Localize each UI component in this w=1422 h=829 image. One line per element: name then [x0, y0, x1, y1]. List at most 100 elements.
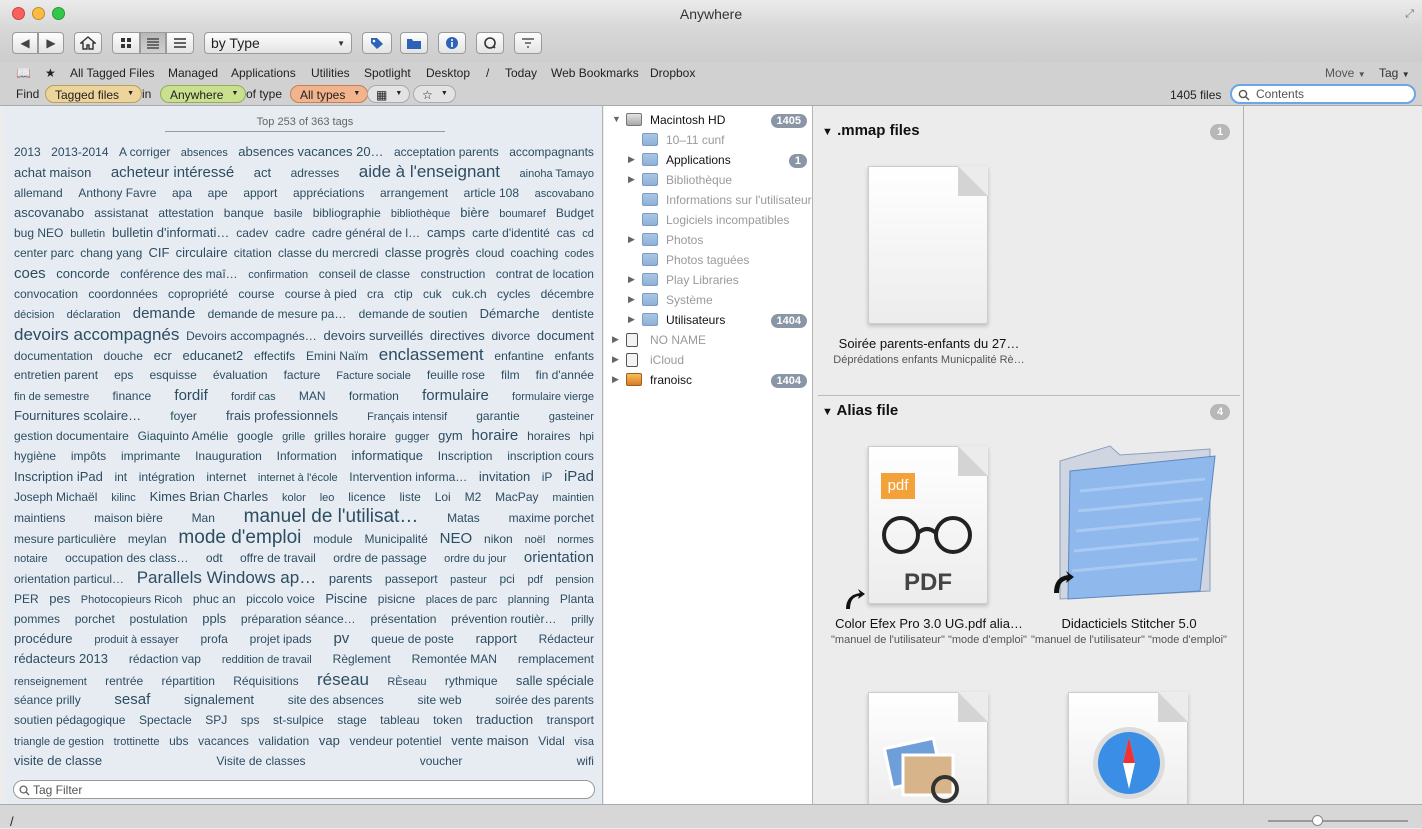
tag-item[interactable]: MAN [299, 386, 326, 406]
tag-item[interactable]: salle spéciale [516, 671, 594, 691]
sort-select[interactable]: by Type ▼ [204, 32, 352, 54]
tag-item[interactable]: orientation [524, 548, 594, 568]
tag-button[interactable] [362, 32, 392, 54]
tag-item[interactable]: enclassement [379, 345, 484, 365]
tag-item[interactable]: traduction [476, 710, 533, 730]
quicklook-button[interactable] [476, 32, 504, 54]
fav-desktop[interactable]: Desktop [426, 66, 470, 80]
tag-item[interactable]: boumaref [499, 204, 545, 224]
tag-item[interactable]: feuille rose [427, 365, 485, 385]
tag-item[interactable]: ubs [169, 731, 188, 751]
type-popup[interactable]: All types ▼ [290, 85, 369, 103]
tag-item[interactable]: Inscription iPad [14, 467, 103, 487]
tag-item[interactable]: signalement [184, 690, 254, 710]
tag-item[interactable]: voucher [420, 751, 463, 771]
tree-row[interactable]: ▶ Utilisateurs 1404 [604, 310, 813, 330]
tag-item[interactable]: préparation séance… [241, 609, 356, 629]
tree-row[interactable]: ▼ Macintosh HD 1405 [604, 110, 813, 130]
tag-item[interactable]: gasteiner [549, 407, 594, 427]
tag-item[interactable]: convocation [14, 284, 78, 304]
tag-item[interactable]: MacPay [495, 487, 538, 507]
tag-item[interactable]: Municipalité [364, 529, 427, 549]
tag-item[interactable]: RÈseau [387, 672, 426, 692]
tag-item[interactable]: enfants [555, 346, 594, 366]
home-button[interactable] [74, 32, 102, 54]
folder-icon[interactable] [1050, 441, 1220, 601]
tag-item[interactable]: Spectacle [139, 710, 192, 730]
tag-item[interactable]: bulletin [70, 224, 105, 244]
icon-view-button[interactable] [112, 32, 140, 54]
tag-item[interactable]: grilles horaire [314, 426, 386, 446]
tag-item[interactable]: Remontée MAN [412, 649, 497, 669]
folder-button[interactable] [400, 32, 428, 54]
tag-item[interactable]: esquisse [149, 365, 196, 385]
tag-item[interactable]: intégration [139, 467, 195, 487]
tag-item[interactable]: répartition [162, 671, 215, 691]
tag-item[interactable]: hygiène [14, 446, 56, 466]
tag-item[interactable]: ctip [394, 284, 413, 304]
tag-item[interactable]: conférence des maî… [120, 264, 237, 284]
tag-item[interactable]: pci [499, 569, 514, 589]
tag-item[interactable]: ppls [202, 609, 226, 629]
tag-item[interactable]: article 108 [464, 183, 519, 203]
tag-item[interactable]: pension [555, 570, 594, 590]
tag-item[interactable]: garantie [476, 406, 519, 426]
tag-item[interactable]: ordre du jour [444, 549, 506, 569]
tree-row[interactable]: ▶ Play Libraries [604, 270, 813, 290]
tag-item[interactable]: NEO [440, 529, 473, 549]
tag-item[interactable]: Anthony Favre [78, 183, 156, 203]
tag-item[interactable]: manuel de l'utilisat… [244, 507, 419, 528]
tag-item[interactable]: remplacement [518, 649, 594, 669]
disclosure-right-icon[interactable]: ▶ [628, 234, 635, 245]
tag-item[interactable]: cloud [476, 243, 505, 263]
tag-item[interactable]: dentiste [552, 304, 594, 324]
list-view-button[interactable] [166, 32, 194, 54]
tag-item[interactable]: soirée des parents [495, 690, 594, 710]
tag-item[interactable]: formulaire vierge [512, 387, 594, 407]
tag-item[interactable]: piccolo voice [246, 589, 315, 609]
tag-item[interactable]: mode d'emploi [178, 527, 301, 548]
tag-item[interactable]: ape [208, 183, 228, 203]
tag-item[interactable]: token [433, 710, 462, 730]
tag-item[interactable]: coaching [510, 243, 558, 263]
tag-item[interactable]: Kimes Brian Charles [150, 487, 269, 507]
tag-item[interactable]: effectifs [254, 346, 295, 366]
tag-item[interactable]: prévention routièr… [451, 609, 556, 629]
back-button[interactable]: ◀ [12, 32, 38, 54]
tree-row[interactable]: 10–11 cunf [604, 130, 813, 150]
tag-item[interactable]: cd [582, 224, 594, 244]
tag-item[interactable]: enfantine [494, 346, 543, 366]
tag-item[interactable]: parents [329, 569, 372, 589]
tag-item[interactable]: Devoirs accompagnés… [186, 326, 317, 346]
tag-item[interactable]: rédaction vap [129, 649, 201, 669]
tag-item[interactable]: ascovanabo [14, 203, 84, 223]
tag-item[interactable]: gestion documentaire [14, 426, 129, 446]
tag-item[interactable]: bibliothèque [391, 204, 450, 224]
tag-item[interactable]: mesure particulière [14, 529, 116, 549]
tag-item[interactable]: profa [201, 629, 228, 649]
tag-item[interactable]: formulaire [422, 386, 489, 406]
tag-item[interactable]: places de parc [426, 590, 498, 610]
tree-row[interactable]: ▶ NO NAME [604, 330, 813, 350]
tag-item[interactable]: ecr [154, 346, 172, 366]
tag-item[interactable]: demande [133, 304, 196, 324]
tree-row[interactable]: ▶ franoisc 1404 [604, 370, 813, 390]
tag-item[interactable]: conseil de classe [319, 264, 410, 284]
tag-item[interactable]: pasteur [450, 570, 487, 590]
tag-item[interactable]: carte d'identité [472, 223, 550, 243]
tag-item[interactable]: Vidal [538, 731, 564, 751]
file-item[interactable]: Didacticiels Stitcher 5.0 "manuel de l'u… [1029, 616, 1229, 646]
tag-item[interactable]: décision [14, 305, 54, 325]
tag-item[interactable]: pdf [527, 570, 542, 590]
tag-item[interactable]: assistanat [94, 203, 148, 223]
tag-item[interactable]: cycles [497, 284, 530, 304]
forward-button[interactable]: ▶ [38, 32, 64, 54]
tag-item[interactable]: orientation particul… [14, 569, 124, 589]
tag-item[interactable]: tableau [380, 710, 419, 730]
tag-item[interactable]: fin d'année [536, 365, 594, 385]
tag-item[interactable]: Français intensif [367, 407, 447, 427]
tag-item[interactable]: center parc [14, 243, 74, 263]
tag-item[interactable]: noël [525, 530, 546, 550]
tag-item[interactable]: appréciations [293, 183, 364, 203]
tag-item[interactable]: adresses [291, 163, 340, 183]
